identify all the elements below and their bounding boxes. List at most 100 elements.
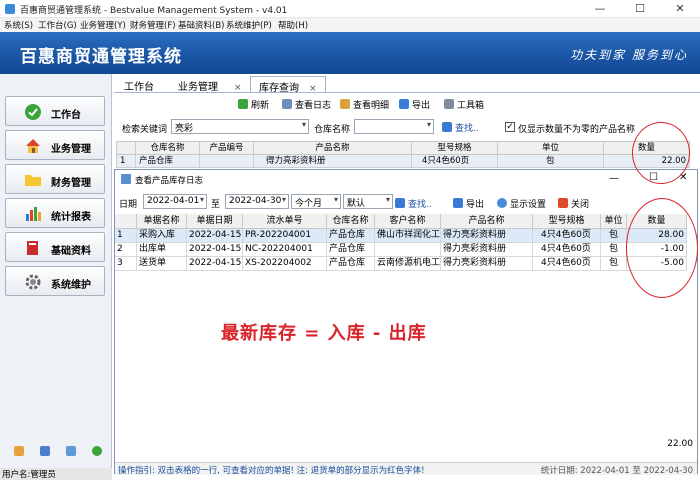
date-to-field[interactable]: 2022-04-30 ▾ <box>225 194 289 209</box>
tab-workbench[interactable]: 工作台 <box>116 76 162 93</box>
sidebar-item-workbench[interactable]: 工作台 <box>5 96 105 126</box>
calculator-icon[interactable] <box>14 446 24 456</box>
menu-business[interactable]: 业务管理(Y) <box>80 19 126 31</box>
sidebar-item-basic-data[interactable]: 基础资料 <box>5 232 105 262</box>
banner-title: 百惠商贸通管理系统 <box>20 47 182 67</box>
spec-cell[interactable]: 4只4色60页 <box>533 229 601 243</box>
warehouse-cell[interactable]: 产品仓库 <box>327 229 375 243</box>
sidebar-item-label: 财务管理 <box>51 178 91 189</box>
menu-finance[interactable]: 财务管理(F) <box>130 19 176 31</box>
nonzero-checkbox[interactable]: ✓ <box>505 122 515 132</box>
spec-cell[interactable]: 4只4色60页 <box>533 257 601 271</box>
serial-cell[interactable]: PR-202204001 <box>243 229 327 243</box>
column-header[interactable]: 型号规格 <box>533 214 601 229</box>
toolbox-label: 工具箱 <box>457 101 485 111</box>
row-index[interactable]: 2 <box>115 243 137 257</box>
column-header[interactable]: 客户名称 <box>375 214 441 229</box>
warehouse-select[interactable]: ▾ <box>354 119 434 134</box>
doc-date-cell[interactable]: 2022-04-15 <box>187 229 243 243</box>
doc-type-cell[interactable]: 采购入库 <box>137 229 187 243</box>
search-icon[interactable] <box>66 446 76 456</box>
close-button[interactable]: ✕ <box>660 1 700 17</box>
row-index[interactable]: 3 <box>115 257 137 271</box>
notepad-icon[interactable] <box>40 446 50 456</box>
dialog-search-button[interactable]: 查找.. <box>395 197 432 210</box>
chevron-down-icon: ▾ <box>281 195 286 204</box>
serial-cell[interactable]: XS-202204002 <box>243 257 327 271</box>
doc-date-cell[interactable]: 2022-04-15 <box>187 243 243 257</box>
unit-cell[interactable]: 包 <box>601 257 627 271</box>
product-cell[interactable]: 得力亮彩资料册 <box>441 257 533 271</box>
sidebar-item-business[interactable]: 业务管理 <box>5 130 105 160</box>
column-header[interactable]: 流水单号 <box>243 214 327 229</box>
dialog-close-action-button[interactable]: 关闭 <box>558 197 589 210</box>
customer-cell[interactable]: 佛山市祥润化工 <box>375 229 441 243</box>
refresh-button[interactable]: 刷新 <box>238 98 269 111</box>
column-header[interactable]: 仓库名称 <box>136 141 200 155</box>
product-cell[interactable]: 得力亮彩资料册 <box>441 243 533 257</box>
period-select[interactable]: 今个月 ▾ <box>291 194 341 209</box>
unit-cell[interactable]: 包 <box>498 155 604 168</box>
status-hint: 操作指引: 双击表格的一行, 可查看对应的单据! 注: 退货单的部分显示为红色字… <box>118 466 425 476</box>
toolbox-icon <box>444 99 454 109</box>
doc-type-cell[interactable]: 送货单 <box>137 257 187 271</box>
column-header[interactable]: 产品名称 <box>441 214 533 229</box>
column-header[interactable]: 单位 <box>601 214 627 229</box>
sidebar-item-label: 业务管理 <box>51 144 91 155</box>
keyword-field[interactable]: 亮彩 ▾ <box>171 119 309 134</box>
search-button-label: 查找.. <box>455 124 479 134</box>
product-cell[interactable]: 得力亮彩资料册 <box>254 155 412 168</box>
menu-help[interactable]: 帮助(H) <box>278 19 308 31</box>
column-header[interactable]: 单位 <box>498 141 604 155</box>
row-index-header <box>115 214 137 229</box>
search-button[interactable]: 查找.. <box>442 121 479 134</box>
keyword-label: 检索关键词 <box>122 125 168 135</box>
export-button[interactable]: 导出 <box>399 98 430 111</box>
status-icon[interactable] <box>92 446 102 456</box>
doc-type-cell[interactable]: 出库单 <box>137 243 187 257</box>
column-header[interactable]: 型号规格 <box>412 141 498 155</box>
serial-cell[interactable]: NC-202204001 <box>243 243 327 257</box>
menu-maintenance[interactable]: 系统维护(P) <box>226 19 272 31</box>
menu-system[interactable]: 系统(S) <box>4 19 33 31</box>
unit-cell[interactable]: 包 <box>601 229 627 243</box>
row-index[interactable]: 1 <box>116 155 136 168</box>
warehouse-cell[interactable]: 产品仓库 <box>327 243 375 257</box>
menu-basic-data[interactable]: 基础资料(B) <box>178 19 224 31</box>
menu-workbench[interactable]: 工作台(G) <box>38 19 77 31</box>
sidebar-item-finance[interactable]: 财务管理 <box>5 164 105 194</box>
date-from-field[interactable]: 2022-04-01 ▾ <box>143 194 207 209</box>
spec-cell[interactable]: 4只4色60页 <box>412 155 498 168</box>
sidebar-item-reports[interactable]: 统计报表 <box>5 198 105 228</box>
dialog-minimize-button[interactable]: — <box>609 173 619 184</box>
customer-cell[interactable]: 云南修源机电工 <box>375 257 441 271</box>
toolbox-button[interactable]: 工具箱 <box>444 98 484 111</box>
tab-business[interactable]: 业务管理 × <box>170 76 250 93</box>
product-cell[interactable]: 得力亮彩资料册 <box>441 229 533 243</box>
code-cell[interactable] <box>200 155 254 168</box>
column-header[interactable]: 产品编号 <box>200 141 254 155</box>
dialog-export-button[interactable]: 导出 <box>453 197 484 210</box>
order-select[interactable]: 默认 ▾ <box>343 194 393 209</box>
unit-cell[interactable]: 包 <box>601 243 627 257</box>
maximize-button[interactable]: ☐ <box>620 1 660 17</box>
column-header[interactable]: 产品名称 <box>254 141 412 155</box>
display-settings-button[interactable]: 显示设置 <box>497 197 546 210</box>
view-detail-button[interactable]: 查看明细 <box>340 98 389 111</box>
doc-date-cell[interactable]: 2022-04-15 <box>187 257 243 271</box>
column-header[interactable]: 单据名称 <box>137 214 187 229</box>
row-index[interactable]: 1 <box>115 229 137 243</box>
spec-cell[interactable]: 4只4色60页 <box>533 243 601 257</box>
customer-cell[interactable] <box>375 243 441 257</box>
order-value: 默认 <box>347 199 366 209</box>
column-header[interactable]: 单据日期 <box>187 214 243 229</box>
minimize-button[interactable]: — <box>580 1 620 17</box>
column-header[interactable]: 仓库名称 <box>327 214 375 229</box>
warehouse-cell[interactable]: 产品仓库 <box>327 257 375 271</box>
warehouse-cell[interactable]: 产品仓库 <box>136 155 200 168</box>
sidebar-item-maintenance[interactable]: 系统维护 <box>5 266 105 296</box>
tab-inventory-query[interactable]: 库存查询 × <box>250 76 326 94</box>
view-log-button[interactable]: 查看日志 <box>282 98 331 111</box>
chevron-down-icon: ▾ <box>301 120 306 129</box>
export-label: 导出 <box>412 101 431 111</box>
